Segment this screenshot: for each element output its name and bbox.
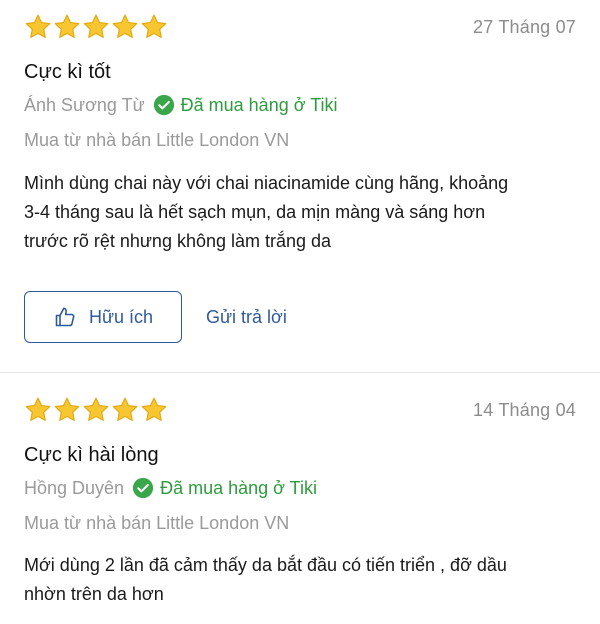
review-body-line: 3-4 tháng sau là hết sạch mụn, da mịn mà…: [24, 202, 486, 222]
verified-purchase-badge: Đã mua hàng ở Tiki: [153, 94, 338, 116]
star-icon: [53, 13, 81, 41]
review-date: 14 Tháng 04: [473, 399, 576, 420]
review-meta: Hồng Duyên Đã mua hàng ở Tiki: [24, 477, 317, 499]
thumbs-up-icon: [55, 307, 75, 327]
reviewer-name[interactable]: Ánh Sương Từ: [24, 95, 145, 116]
reviewer-name[interactable]: Hồng Duyên: [24, 478, 124, 499]
review-card: 14 Tháng 04 Cực kì hài lòng Hồng Duyên Đ…: [0, 373, 600, 624]
review-body-line: trước rõ rệt nhưng không làm trắng da: [24, 231, 332, 251]
review-actions: Hữu ích Gửi trả lời: [24, 291, 287, 343]
review-card: 27 Tháng 07 Cực kì tốt Ánh Sương Từ Đã m…: [0, 0, 600, 372]
helpful-button[interactable]: Hữu ích: [24, 291, 182, 343]
star-icon: [140, 13, 168, 41]
star-rating: [24, 13, 168, 41]
star-icon: [24, 396, 52, 424]
star-icon: [111, 396, 139, 424]
seller-info: Mua từ nhà bán Little London VN: [24, 513, 290, 533]
star-icon: [111, 13, 139, 41]
review-body: Mới dùng 2 lần đã cảm thấy da bắt đầu có…: [24, 551, 576, 609]
verified-label: Đã mua hàng ở Tiki: [180, 94, 338, 115]
review-body-line: Mình dùng chai này với chai niacinamide …: [24, 173, 509, 193]
review-header: 14 Tháng 04: [24, 396, 576, 424]
review-title: Cực kì hài lòng: [24, 444, 159, 466]
star-icon: [24, 13, 52, 41]
reply-link[interactable]: Gửi trả lời: [206, 307, 287, 328]
star-icon: [53, 396, 81, 424]
check-circle-icon: [132, 477, 154, 499]
verified-purchase-badge: Đã mua hàng ở Tiki: [132, 477, 317, 499]
review-date: 27 Tháng 07: [473, 16, 576, 37]
check-circle-icon: [153, 94, 174, 116]
star-icon: [140, 396, 168, 424]
review-body: Mình dùng chai này với chai niacinamide …: [24, 169, 576, 256]
review-body-line: nhờn trên da hơn: [24, 584, 164, 604]
review-meta: Ánh Sương Từ Đã mua hàng ở Tiki: [24, 94, 338, 116]
seller-info: Mua từ nhà bán Little London VN: [24, 130, 290, 150]
verified-label: Đã mua hàng ở Tiki: [160, 477, 317, 498]
review-header: 27 Tháng 07: [24, 13, 576, 41]
helpful-label: Hữu ích: [88, 306, 154, 327]
star-icon: [82, 396, 110, 424]
star-rating: [24, 396, 168, 424]
review-title: Cực kì tốt: [24, 61, 111, 83]
review-body-line: Mới dùng 2 lần đã cảm thấy da bắt đầu có…: [24, 555, 507, 575]
star-icon: [82, 13, 110, 41]
